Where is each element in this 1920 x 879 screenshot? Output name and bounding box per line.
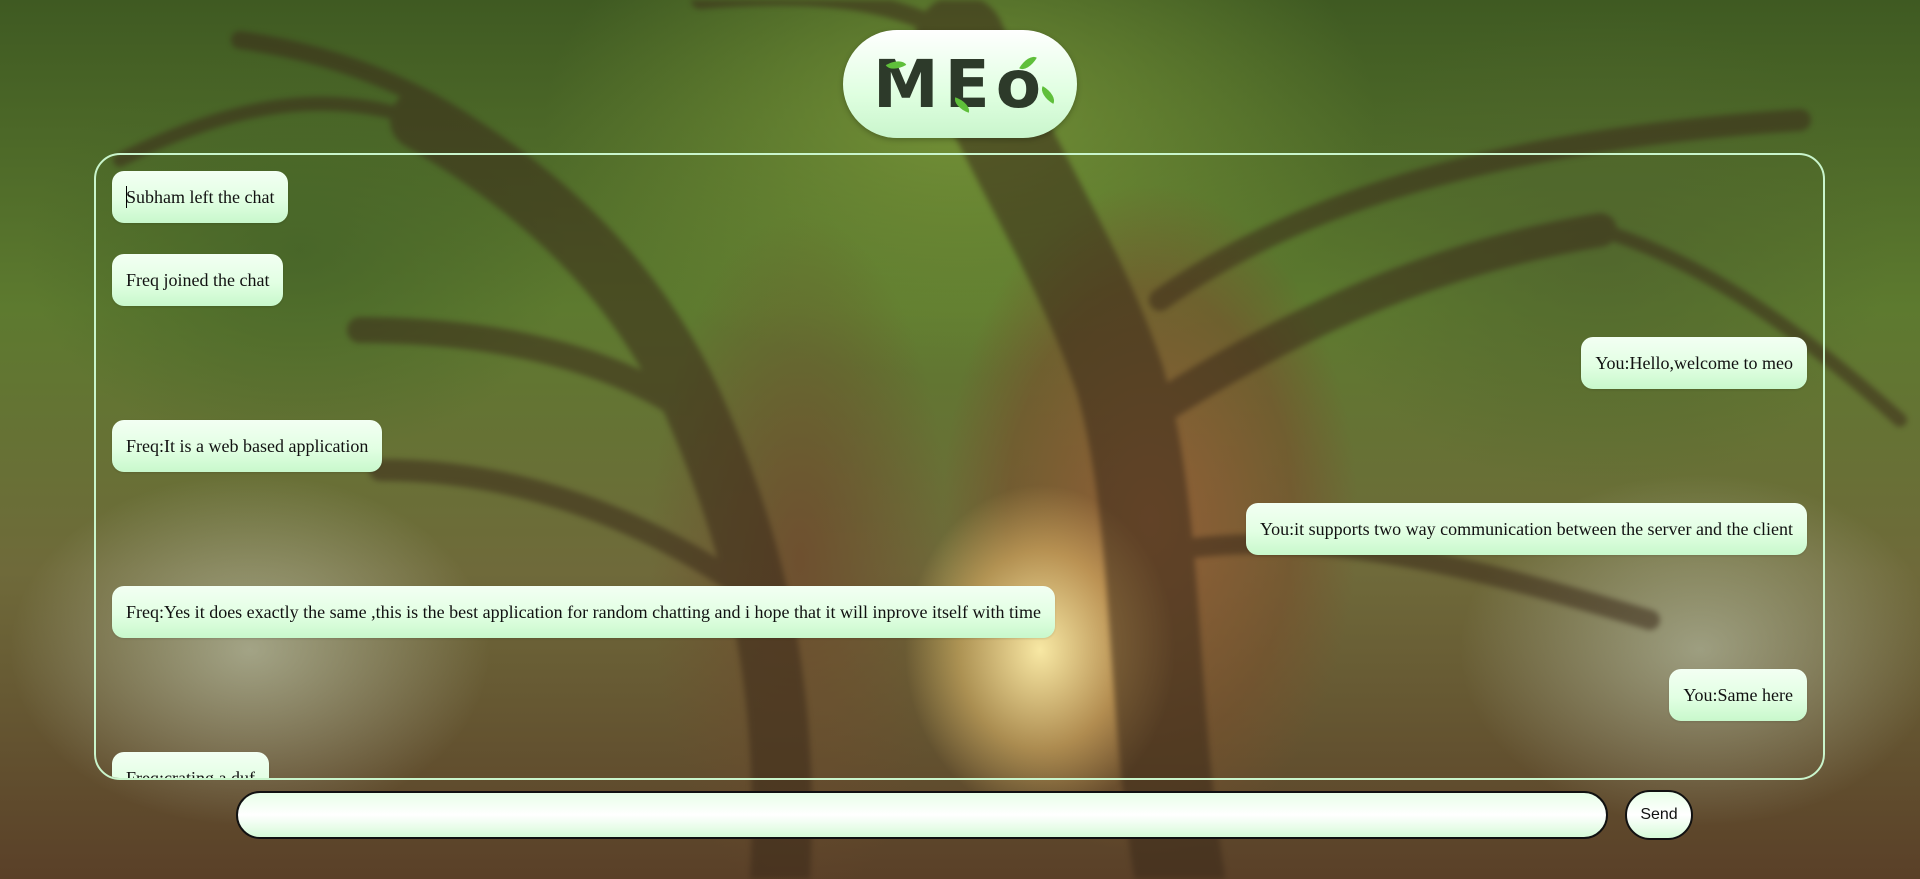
chat-message-outgoing: You:Same here	[1669, 669, 1807, 721]
chat-message-outgoing: You:it supports two way communication be…	[1245, 503, 1807, 555]
message-text: Freq:It is a web based application	[126, 436, 369, 456]
message-text: You:Same here	[1683, 685, 1793, 705]
message-input[interactable]	[236, 791, 1608, 839]
send-button[interactable]: Send	[1625, 790, 1693, 840]
chat-message-system: Subham left the chat	[112, 171, 289, 223]
message-text: You:it supports two way communication be…	[1259, 519, 1793, 539]
message-text: Freq joined the chat	[126, 270, 270, 290]
message-text: Freq:Yes it does exactly the same ,this …	[126, 602, 1041, 622]
chat-message-incoming: Freq:crating a duf	[112, 752, 269, 780]
chat-message-outgoing: You:Hello,welcome to meo	[1581, 337, 1807, 389]
chat-message-incoming: Freq:Yes it does exactly the same ,this …	[112, 586, 1055, 638]
text-caret	[126, 186, 127, 208]
logo-text: MEo	[872, 45, 1048, 123]
chat-messages-panel[interactable]: Subham left the chat Freq joined the cha…	[94, 153, 1825, 780]
chat-message-incoming: Freq:It is a web based application	[112, 420, 383, 472]
app-logo: MEo	[843, 30, 1077, 138]
message-text: Subham left the chat	[126, 187, 275, 207]
message-text: Freq:crating a duf	[126, 768, 255, 780]
chat-message-system: Freq joined the chat	[112, 254, 284, 306]
message-text: You:Hello,welcome to meo	[1595, 353, 1793, 373]
